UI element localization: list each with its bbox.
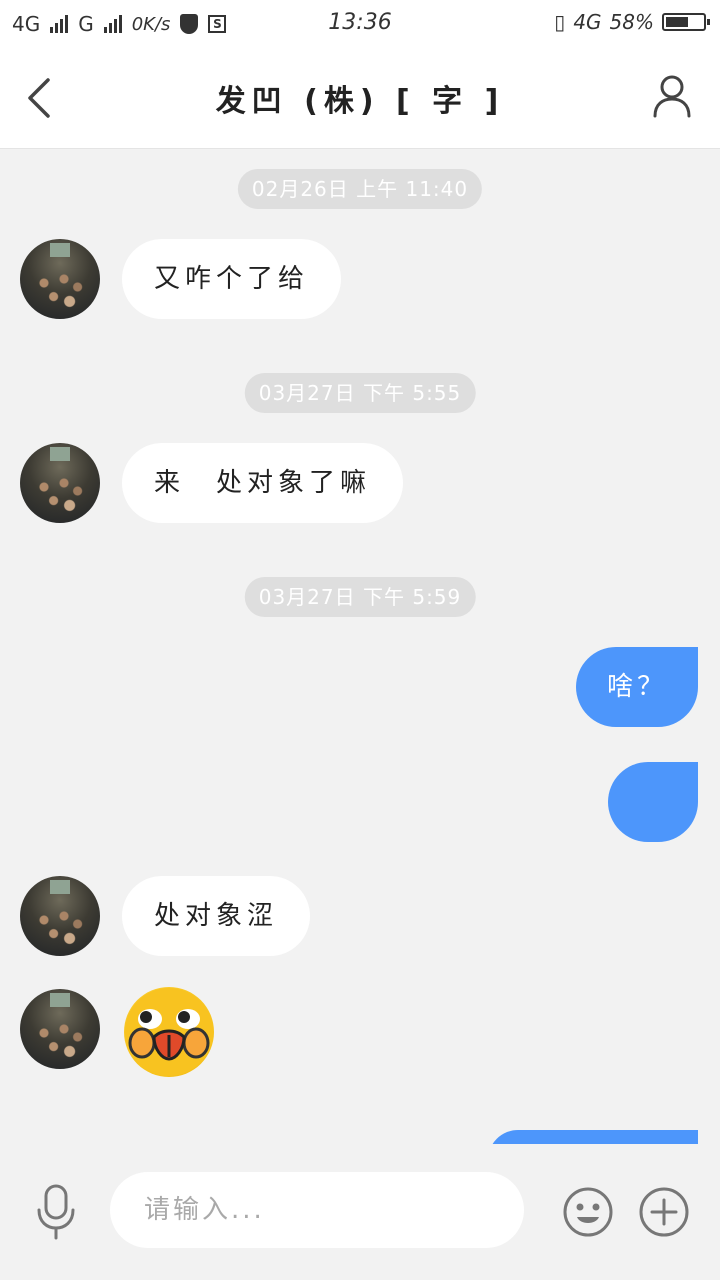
emoji-icon[interactable] bbox=[562, 1186, 614, 1238]
outgoing-message-partial[interactable] bbox=[488, 1130, 698, 1144]
incoming-message[interactable]: 来 处对象了嘛 bbox=[122, 443, 404, 523]
input-bar: 请输入... bbox=[0, 1144, 720, 1280]
status-right: ▯ 4G 58% bbox=[554, 10, 710, 34]
avatar[interactable] bbox=[20, 876, 100, 956]
timestamp: 03月27日 下午 5:55 bbox=[244, 373, 476, 413]
status-bar: 4G G 0K/s S 13:36 ▯ 4G 58% bbox=[0, 0, 720, 48]
chat-title: 发凹 (株) [ 字 ] bbox=[215, 84, 505, 119]
chat-header: 发凹 (株) [ 字 ] bbox=[0, 48, 720, 149]
outgoing-message-empty[interactable] bbox=[608, 762, 698, 842]
vibrate-icon: ▯ bbox=[554, 10, 566, 34]
incoming-message[interactable]: 处对象涩 bbox=[122, 876, 311, 956]
timestamp: 03月27日 下午 5:59 bbox=[244, 577, 476, 617]
avatar[interactable] bbox=[20, 443, 100, 523]
avatar[interactable] bbox=[20, 989, 100, 1069]
battery-icon bbox=[662, 13, 710, 31]
profile-icon[interactable] bbox=[652, 74, 692, 118]
battery-percent: 58% bbox=[609, 10, 654, 34]
timestamp: 02月26日 上午 11:40 bbox=[237, 169, 483, 209]
network-label-3: 4G bbox=[573, 10, 602, 34]
avatar[interactable] bbox=[20, 239, 100, 319]
message-input[interactable]: 请输入... bbox=[110, 1172, 524, 1248]
outgoing-message[interactable]: 啥？ bbox=[576, 647, 698, 727]
incoming-message[interactable]: 又咋个了给 bbox=[122, 239, 342, 319]
chat-area[interactable]: 02月26日 上午 11:40 又咋个了给 03月27日 下午 5:55 来 处… bbox=[0, 149, 720, 1144]
microphone-icon[interactable] bbox=[34, 1184, 78, 1240]
add-icon[interactable] bbox=[638, 1186, 690, 1238]
blushing-face-emoji[interactable] bbox=[124, 987, 214, 1077]
